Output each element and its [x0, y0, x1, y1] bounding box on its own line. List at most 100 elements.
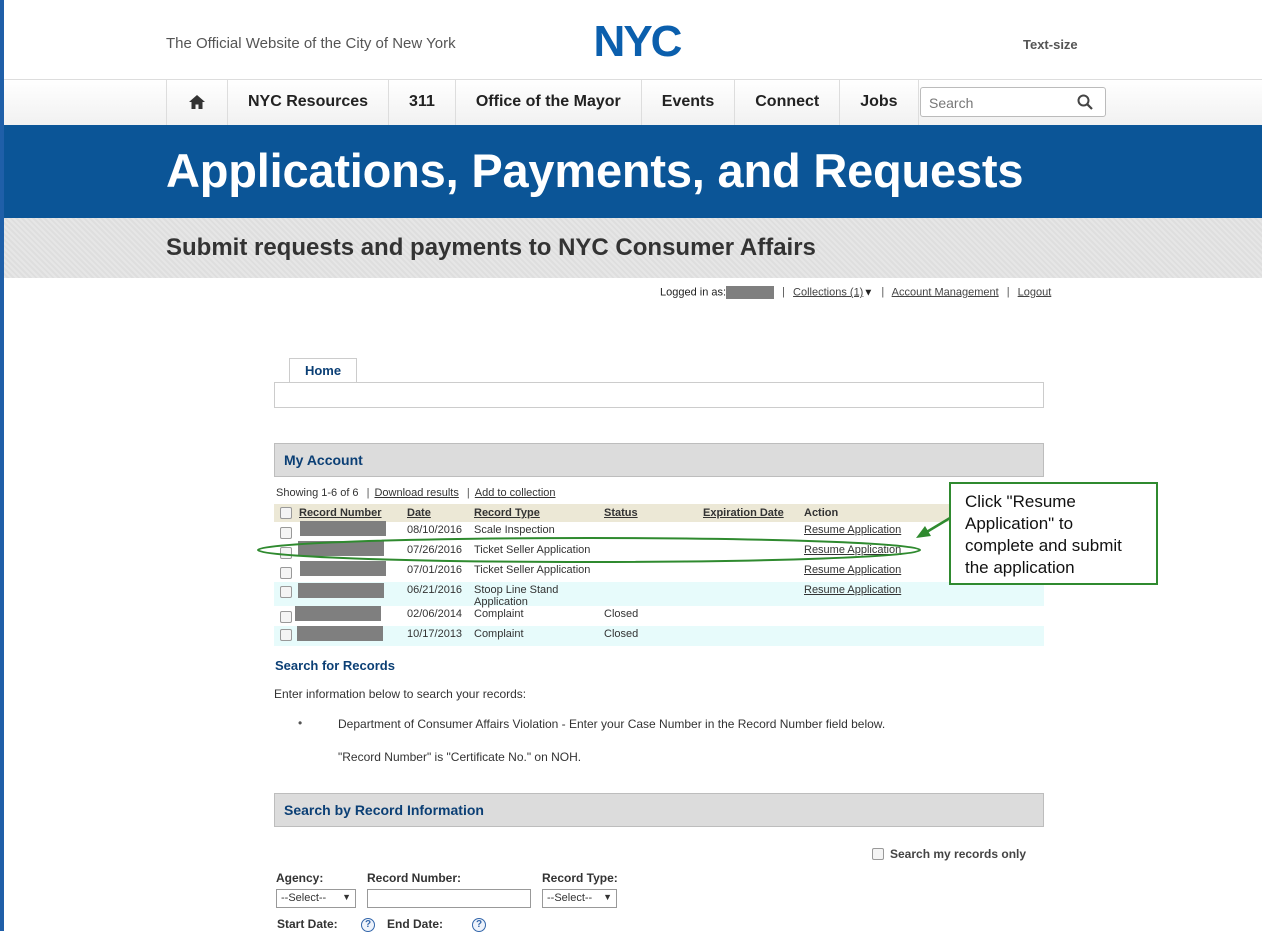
logout-link[interactable]: Logout	[1018, 286, 1052, 298]
tab-panel	[274, 382, 1044, 408]
search-bullet-text: Department of Consumer Affairs Violation…	[338, 717, 886, 731]
row-checkbox[interactable]	[280, 629, 292, 641]
row-checkbox[interactable]	[280, 547, 292, 559]
table-row: 02/06/2014 Complaint Closed	[274, 606, 1044, 626]
my-account-header: My Account	[274, 443, 1044, 477]
row-record-type: Ticket Seller Application	[474, 564, 591, 576]
resume-application-link[interactable]: Resume Application	[804, 564, 901, 576]
agency-select-value: --Select--	[281, 892, 327, 904]
search-my-records-checkbox[interactable]	[872, 848, 884, 860]
row-checkbox[interactable]	[280, 567, 292, 579]
nav-item-311[interactable]: 311	[388, 79, 455, 125]
row-status: Closed	[604, 608, 639, 620]
row-record-type: Ticket Seller Application	[474, 544, 591, 556]
search-box	[920, 87, 1106, 117]
nyc-logo[interactable]: NYC	[583, 21, 691, 59]
results-summary: Showing 1-6 of 6 | Download results | Add …	[276, 487, 556, 499]
records-table-header: Record Number Date Record Type Status Ex…	[274, 504, 1044, 522]
collections-link[interactable]: Collections (1)	[793, 286, 863, 298]
records-table: Record Number Date Record Type Status Ex…	[274, 504, 1044, 646]
row-record-type: Stoop Line Stand Application	[474, 584, 559, 608]
add-to-collection-link[interactable]: Add to collection	[475, 487, 556, 499]
nav-item-connect[interactable]: Connect	[734, 79, 839, 125]
redacted-record-number	[298, 583, 384, 598]
page-title-banner: Applications, Payments, and Requests	[4, 125, 1262, 218]
col-record-type[interactable]: Record Type	[474, 507, 540, 519]
text-size-control[interactable]: Text-size	[1023, 37, 1078, 52]
svg-text:NYC: NYC	[594, 21, 682, 59]
search-my-records-only[interactable]: Search my records only	[872, 847, 1026, 861]
end-date-help-icon[interactable]: ?	[472, 918, 486, 932]
redacted-record-number	[300, 561, 386, 576]
resume-application-link[interactable]: Resume Application	[804, 544, 901, 556]
record-number-note: "Record Number" is "Certificate No." on …	[338, 750, 582, 764]
col-record-number[interactable]: Record Number	[299, 507, 382, 519]
tab-home[interactable]: Home	[289, 358, 357, 383]
main-nav: NYC Resources 311 Office of the Mayor Ev…	[166, 79, 919, 125]
row-date: 06/21/2016	[407, 584, 463, 596]
page-subtitle-banner: Submit requests and payments to NYC Cons…	[4, 218, 1262, 278]
col-date[interactable]: Date	[407, 507, 431, 519]
redacted-record-number	[297, 626, 383, 641]
row-date: 02/06/2014	[407, 608, 463, 620]
search-input[interactable]	[927, 94, 1067, 112]
nav-item-nyc-resources[interactable]: NYC Resources	[227, 79, 388, 125]
table-row: 08/10/2016 Scale Inspection Resume Appli…	[274, 521, 1044, 542]
select-all-checkbox[interactable]	[280, 507, 292, 519]
home-icon	[189, 95, 205, 109]
account-management-link[interactable]: Account Management	[892, 286, 999, 298]
redacted-username	[726, 286, 775, 299]
redacted-record-number	[298, 541, 384, 556]
site-tagline: The Official Website of the City of New …	[166, 35, 456, 52]
nav-item-office-of-the-mayor[interactable]: Office of the Mayor	[454, 79, 641, 125]
row-date: 07/26/2016	[407, 544, 463, 556]
dropdown-arrow-icon: ▼	[342, 892, 351, 902]
agency-select[interactable]: --Select-- ▼	[276, 889, 356, 908]
record-number-input[interactable]	[367, 889, 531, 908]
row-checkbox[interactable]	[280, 611, 292, 623]
page-subtitle: Submit requests and payments to NYC Cons…	[166, 234, 816, 261]
col-expiration-date[interactable]: Expiration Date	[703, 507, 784, 519]
row-date: 07/01/2016	[407, 564, 463, 576]
resume-application-link[interactable]: Resume Application	[804, 524, 901, 536]
table-row: 07/26/2016 Ticket Seller Application Res…	[274, 541, 1044, 562]
search-for-records-heading: Search for Records	[275, 658, 395, 673]
table-row: 10/17/2013 Complaint Closed	[274, 626, 1044, 646]
row-date: 08/10/2016	[407, 524, 463, 536]
search-by-record-header: Search by Record Information	[274, 793, 1044, 827]
start-date-label: Start Date:	[277, 917, 338, 931]
bullet-dot: •	[298, 716, 303, 730]
dropdown-arrow-icon: ▼	[603, 892, 612, 902]
download-results-link[interactable]: Download results	[374, 487, 458, 499]
nav-item-events[interactable]: Events	[640, 79, 734, 125]
nav-home-button[interactable]	[166, 79, 227, 125]
start-date-help-icon[interactable]: ?	[361, 918, 375, 932]
end-date-label: End Date:	[387, 917, 444, 931]
col-action: Action	[804, 507, 839, 519]
instruction-callout: Click "Resume Application" to complete a…	[949, 482, 1158, 585]
resume-application-link[interactable]: Resume Application	[804, 584, 901, 596]
row-date: 10/17/2013	[407, 628, 463, 640]
col-status[interactable]: Status	[604, 507, 638, 519]
page-title: Applications, Payments, and Requests	[166, 144, 1024, 197]
search-icon[interactable]	[1077, 94, 1093, 110]
record-type-label: Record Type:	[542, 871, 618, 885]
row-status: Closed	[604, 628, 639, 640]
search-my-records-label: Search my records only	[890, 847, 1027, 861]
nav-item-jobs[interactable]: Jobs	[839, 79, 919, 125]
table-row: 06/21/2016 Stoop Line Stand Application …	[274, 582, 1044, 608]
showing-count: Showing 1-6 of 6	[276, 487, 359, 499]
redacted-record-number	[300, 521, 386, 536]
row-record-type: Complaint	[474, 608, 524, 620]
record-type-select-value: --Select--	[547, 892, 593, 904]
caret-down-icon[interactable]: ▼	[863, 287, 873, 298]
record-number-label: Record Number:	[367, 871, 462, 885]
login-bar: Logged in as: | Collections (1)▼ | Accou…	[660, 286, 1052, 299]
logged-in-label: Logged in as:	[660, 286, 727, 299]
row-checkbox[interactable]	[280, 527, 292, 539]
row-checkbox[interactable]	[280, 586, 292, 598]
search-intro-text: Enter information below to search your r…	[274, 687, 527, 701]
row-record-type: Complaint	[474, 628, 524, 640]
record-type-select[interactable]: --Select-- ▼	[542, 889, 617, 908]
redacted-record-number	[295, 606, 381, 621]
